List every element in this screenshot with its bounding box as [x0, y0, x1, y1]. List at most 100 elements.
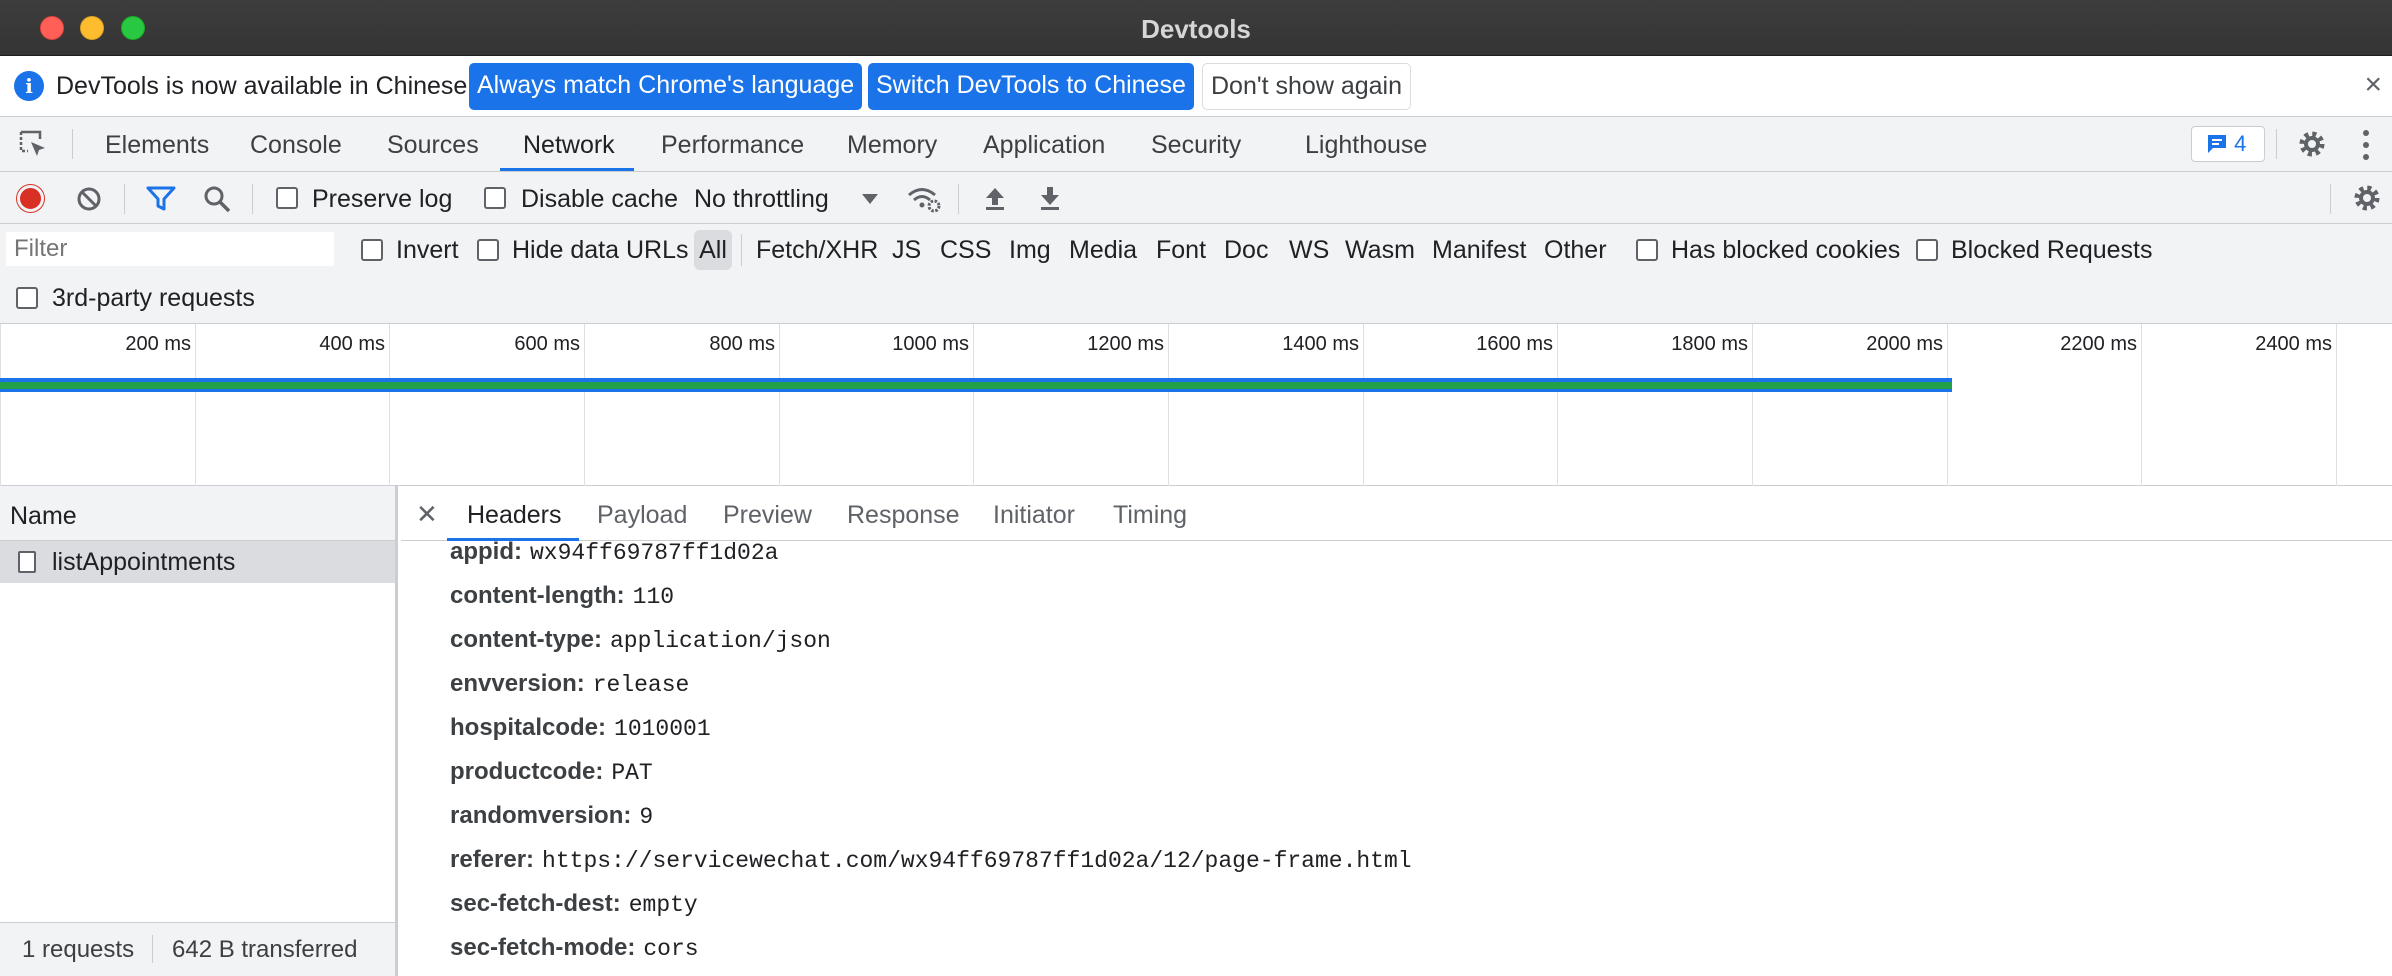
inspect-element-icon[interactable]: [18, 129, 48, 159]
chevron-down-icon[interactable]: [862, 194, 878, 204]
tab-headers[interactable]: Headers: [467, 501, 562, 530]
clear-icon[interactable]: [76, 186, 102, 212]
always-match-language-button[interactable]: Always match Chrome's language: [469, 63, 863, 110]
close-icon[interactable]: ×: [2364, 68, 2382, 102]
settings-gear-icon[interactable]: [2297, 129, 2327, 159]
timeline-gridline: [584, 324, 585, 486]
tab-console[interactable]: Console: [250, 131, 342, 160]
timeline-tick-label: 800 ms: [709, 333, 775, 355]
issues-counter-button[interactable]: 4: [2191, 126, 2265, 162]
third-party-requests-label: 3rd-party requests: [52, 284, 255, 312]
type-filter-doc[interactable]: Doc: [1224, 236, 1268, 265]
disable-cache-label: Disable cache: [521, 185, 679, 213]
export-har-icon[interactable]: [1038, 185, 1062, 211]
import-har-icon[interactable]: [983, 185, 1007, 211]
search-icon[interactable]: [203, 185, 231, 213]
invert-checkbox[interactable]: [361, 239, 383, 261]
network-conditions-icon[interactable]: [906, 184, 942, 214]
infobar-message: DevTools is now available in Chinese!: [56, 72, 475, 100]
header-row-randomversion: randomversion: 9: [450, 802, 653, 830]
more-options-icon[interactable]: [2362, 129, 2370, 161]
header-name: content-length:: [450, 582, 625, 609]
disable-cache-checkbox[interactable]: [484, 187, 506, 209]
separator: [72, 129, 73, 159]
tab-payload[interactable]: Payload: [597, 501, 687, 530]
timeline-tick-label: 400 ms: [319, 333, 385, 355]
header-value: release: [592, 672, 690, 698]
throttling-select[interactable]: No throttling: [694, 185, 829, 214]
has-blocked-cookies-label: Has blocked cookies: [1671, 236, 1901, 264]
timeline-gridline: [389, 324, 390, 486]
filter-input[interactable]: [6, 232, 334, 266]
info-icon: i: [14, 71, 44, 101]
filter-icon[interactable]: [146, 186, 176, 212]
header-name: content-type:: [450, 626, 602, 653]
issues-count: 4: [2234, 131, 2247, 156]
header-value: empty: [628, 892, 698, 918]
tab-response[interactable]: Response: [847, 501, 960, 530]
header-row-sec-fetch-dest: sec-fetch-dest: empty: [450, 890, 698, 918]
tab-network[interactable]: Network: [523, 131, 615, 160]
header-value: cors: [643, 936, 699, 962]
type-filter-fetch-xhr[interactable]: Fetch/XHR: [756, 236, 878, 265]
header-row-productcode: productcode: PAT: [450, 758, 653, 786]
header-row-appid: appid: wx94ff69787ff1d02a: [450, 538, 778, 566]
dont-show-again-button[interactable]: Don't show again: [1202, 63, 1412, 110]
tab-lighthouse[interactable]: Lighthouse: [1305, 131, 1427, 160]
request-row[interactable]: listAppointments: [0, 541, 395, 583]
network-overview-timeline[interactable]: 200 ms 400 ms 600 ms 800 ms 1000 ms 1200…: [0, 324, 2392, 486]
switch-to-chinese-button[interactable]: Switch DevTools to Chinese: [868, 63, 1194, 110]
type-filter-js[interactable]: JS: [892, 236, 921, 265]
separator: [252, 184, 253, 214]
preserve-log-checkbox[interactable]: [276, 187, 298, 209]
timeline-gridline: [1947, 324, 1948, 486]
header-value: application/json: [610, 628, 831, 654]
header-name: productcode:: [450, 758, 604, 785]
timeline-tick-label: 1800 ms: [1671, 333, 1748, 355]
third-party-requests-checkbox[interactable]: [16, 287, 38, 309]
tab-application[interactable]: Application: [983, 131, 1105, 160]
tab-performance[interactable]: Performance: [661, 131, 804, 160]
header-row-hospitalcode: hospitalcode: 1010001: [450, 714, 711, 742]
tab-preview[interactable]: Preview: [723, 501, 812, 530]
timeline-tick-label: 600 ms: [514, 333, 580, 355]
document-icon: [18, 551, 36, 573]
tab-initiator[interactable]: Initiator: [993, 501, 1075, 530]
header-name: hospitalcode:: [450, 714, 607, 741]
type-filter-ws[interactable]: WS: [1289, 236, 1329, 265]
type-filter-font[interactable]: Font: [1156, 236, 1206, 265]
message-icon: [2208, 135, 2226, 153]
type-filter-manifest[interactable]: Manifest: [1432, 236, 1526, 265]
blocked-requests-label: Blocked Requests: [1951, 236, 2153, 264]
network-settings-gear-icon[interactable]: [2352, 183, 2382, 213]
name-column-header[interactable]: Name: [0, 486, 395, 541]
header-value: wx94ff69787ff1d02a: [530, 540, 779, 566]
invert-label: Invert: [396, 236, 459, 264]
type-filter-all[interactable]: All: [694, 230, 732, 270]
type-filter-other[interactable]: Other: [1544, 236, 1607, 265]
record-button[interactable]: [17, 185, 44, 212]
timeline-gridline: [973, 324, 974, 486]
type-filter-media[interactable]: Media: [1069, 236, 1137, 265]
tab-security[interactable]: Security: [1151, 131, 1241, 160]
hide-data-urls-checkbox[interactable]: [477, 239, 499, 261]
close-detail-icon[interactable]: ✕: [416, 499, 438, 530]
type-filter-wasm[interactable]: Wasm: [1345, 236, 1415, 265]
timeline-gridline: [1168, 324, 1169, 486]
separator: [2330, 184, 2331, 214]
header-name: randomversion:: [450, 802, 632, 829]
tab-timing[interactable]: Timing: [1113, 501, 1187, 530]
window-title: Devtools: [1141, 14, 1251, 44]
has-blocked-cookies-checkbox[interactable]: [1636, 239, 1658, 261]
header-row-envversion: envversion: release: [450, 670, 689, 698]
header-name: referer:: [450, 846, 535, 873]
type-filter-img[interactable]: Img: [1009, 236, 1051, 265]
tab-sources[interactable]: Sources: [387, 131, 479, 160]
tab-elements[interactable]: Elements: [105, 131, 209, 160]
blocked-requests-checkbox[interactable]: [1916, 239, 1938, 261]
type-filter-css[interactable]: CSS: [940, 236, 991, 265]
header-value: 9: [639, 804, 654, 830]
timeline-tick-label: 1000 ms: [892, 333, 969, 355]
header-value: https://servicewechat.com/wx94ff69787ff1…: [542, 848, 1412, 874]
tab-memory[interactable]: Memory: [847, 131, 937, 160]
